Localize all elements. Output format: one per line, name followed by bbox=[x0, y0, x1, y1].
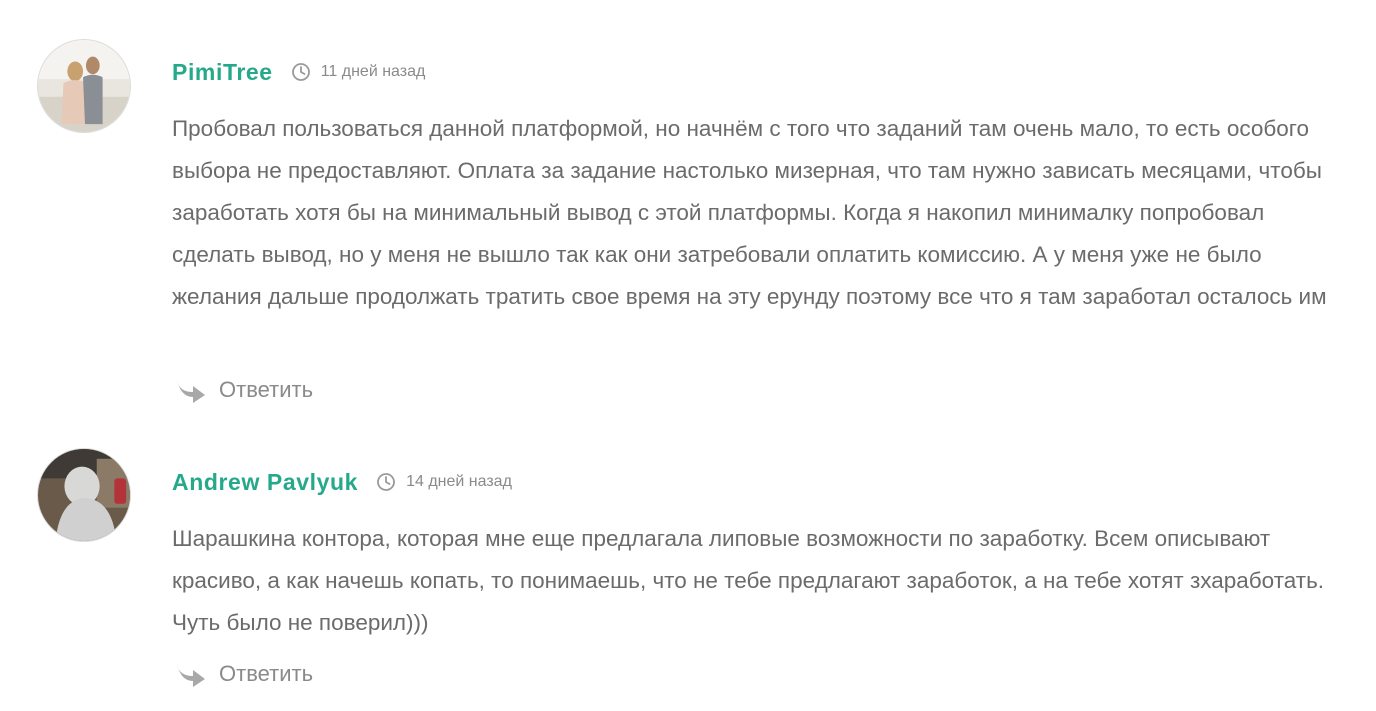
reply-label: Ответить bbox=[219, 661, 314, 686]
clock-icon bbox=[291, 63, 310, 81]
reply-label: Ответить bbox=[219, 377, 314, 402]
avatar[interactable] bbox=[37, 39, 131, 133]
author-name[interactable]: PimiTree bbox=[172, 59, 273, 86]
author-name[interactable]: Andrew Pavlyuk bbox=[172, 469, 358, 496]
comment-date: 11 дней назад bbox=[291, 62, 426, 82]
date-text: 14 дней назад bbox=[406, 473, 512, 490]
comment-meta: PimiTree 11 дней назад bbox=[172, 57, 425, 87]
clock-icon bbox=[377, 473, 395, 491]
avatar[interactable] bbox=[37, 448, 131, 542]
reply-button[interactable]: Ответить bbox=[175, 660, 313, 688]
comment-date: 14 дней назад bbox=[376, 472, 512, 492]
comment-meta: Andrew Pavlyuk 14 дней назад bbox=[172, 467, 512, 497]
avatar-photo bbox=[38, 40, 130, 132]
comment-text: Пробовал пользоваться данной платформой,… bbox=[172, 116, 1327, 309]
comment-text: Шарашкина контора, которая мне еще предл… bbox=[172, 526, 1325, 635]
reply-arrow-icon bbox=[177, 380, 205, 403]
reply-arrow-icon bbox=[177, 664, 205, 687]
avatar-photo bbox=[38, 449, 130, 541]
reply-button[interactable]: Ответить bbox=[175, 376, 313, 404]
date-text: 11 дней назад bbox=[320, 63, 426, 80]
